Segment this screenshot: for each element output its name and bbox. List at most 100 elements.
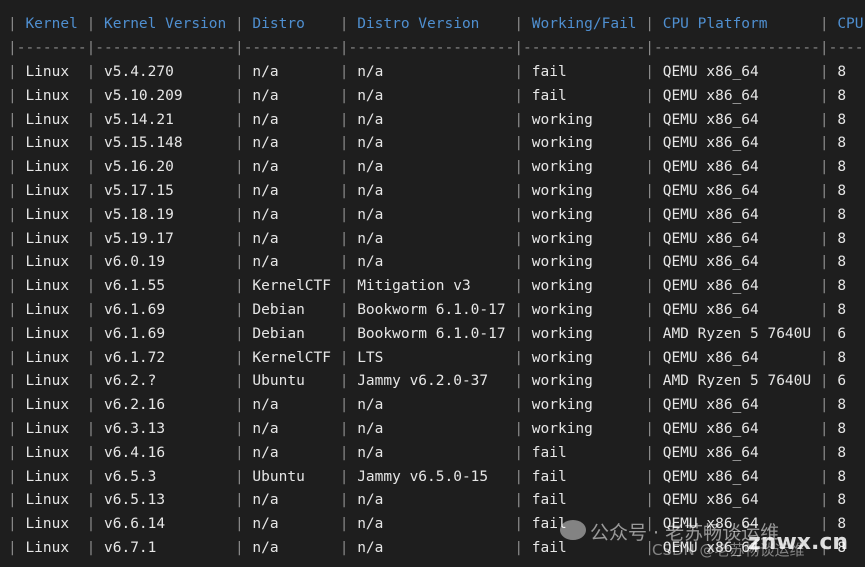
- column-separator: |: [234, 397, 244, 414]
- column-separator: |: [645, 183, 654, 199]
- cell-distro-version: n/a: [357, 421, 384, 437]
- column-separator: |: [514, 64, 524, 80]
- cell-distro-version: LTS: [357, 349, 384, 366]
- column-separator: |: [819, 111, 829, 128]
- column-separator: |: [8, 230, 17, 247]
- cell-cpu: 8: [837, 468, 847, 485]
- column-separator: |: [514, 111, 524, 128]
- cell-working-fail: working: [531, 397, 593, 414]
- column-separator: |: [8, 468, 17, 485]
- cell-distro-version: Bookworm 6.1.0-17: [357, 302, 506, 318]
- cell-working-fail: working: [531, 421, 593, 437]
- header-distro: Distro: [252, 16, 305, 32]
- cell-distro: n/a: [252, 421, 279, 437]
- column-separator: |: [645, 135, 654, 152]
- cell-distro-version: n/a: [357, 540, 384, 556]
- cell-distro: n/a: [252, 206, 279, 223]
- cell-kernel: Linux: [25, 540, 70, 556]
- column-separator: |: [234, 302, 244, 318]
- column-separator: |: [234, 87, 244, 104]
- cell-cpu: 8: [837, 302, 847, 318]
- column-separator: |: [86, 183, 96, 199]
- cell-kernel-version: v6.4.16: [104, 444, 166, 461]
- cell-cpu: 8: [837, 421, 847, 437]
- cell-kernel: Linux: [25, 254, 70, 271]
- cell-cpu: 8: [837, 111, 847, 128]
- column-separator: |: [339, 516, 349, 533]
- cell-working-fail: fail: [531, 468, 567, 485]
- cell-cpu: 6: [837, 325, 847, 342]
- cell-cpu: 8: [837, 444, 847, 461]
- table-row: | | | | | | | Linux v6.1.55 KernelCTF Mitigation v…: [8, 274, 865, 298]
- column-separator: |: [86, 135, 96, 152]
- column-separator: |: [234, 278, 244, 295]
- cell-working-fail: fail: [531, 87, 567, 104]
- column-separator: |: [514, 135, 524, 152]
- column-separator: |: [339, 444, 349, 461]
- cell-kernel-version: v6.7.1: [104, 540, 157, 556]
- column-separator: |: [819, 325, 829, 342]
- table-header: | | | | | | | Kernel Kernel Version Distro Distro …: [8, 12, 865, 36]
- cell-cpu: 8: [837, 206, 847, 223]
- cell-kernel-version: v6.1.55: [104, 278, 166, 295]
- column-separator: |: [514, 397, 524, 414]
- column-separator: |: [234, 540, 244, 556]
- column-separator: |: [645, 349, 654, 366]
- cell-distro-version: Jammy v6.5.0-15: [357, 468, 489, 485]
- column-separator: |: [339, 230, 349, 247]
- cell-working-fail: working: [531, 373, 593, 390]
- cell-cpu-platform: AMD Ryzen 5 7640U: [662, 373, 812, 390]
- column-separator: |: [8, 135, 17, 152]
- cell-kernel-version: v5.18.19: [104, 206, 174, 223]
- cell-working-fail: working: [531, 135, 593, 152]
- column-separator: |: [8, 516, 17, 533]
- column-separator: |: [514, 16, 524, 32]
- cell-cpu-platform: QEMU x86_64: [662, 159, 759, 176]
- cell-kernel: Linux: [25, 492, 70, 509]
- cell-cpu-platform: QEMU x86_64: [662, 135, 759, 152]
- cell-cpu: 8: [837, 397, 847, 414]
- cell-kernel-version: v5.15.148: [104, 135, 183, 152]
- column-separator: |: [514, 278, 524, 295]
- header-kernel-version: Kernel Version: [104, 16, 227, 32]
- column-separator: |: [514, 230, 524, 247]
- cell-distro-version: n/a: [357, 230, 384, 247]
- table-row: | | | | | | | Linux v5.4.270 n/a n/a fail QEMU x86_6…: [8, 60, 865, 84]
- column-separator: |: [514, 516, 524, 533]
- cell-distro-version: n/a: [357, 492, 384, 509]
- column-separator: |: [86, 159, 96, 176]
- column-separator: |: [339, 16, 349, 32]
- cell-cpu: 8: [837, 159, 847, 176]
- cell-kernel: Linux: [25, 87, 70, 104]
- cell-distro: Debian: [252, 325, 305, 342]
- cell-kernel-version: v6.1.72: [104, 349, 166, 366]
- column-separator: |: [86, 278, 96, 295]
- column-separator: |: [819, 135, 829, 152]
- cell-distro: n/a: [252, 183, 279, 199]
- cell-kernel-version: v5.16.20: [104, 159, 174, 176]
- cell-distro: n/a: [252, 492, 279, 509]
- cell-working-fail: working: [531, 111, 593, 128]
- cell-distro: KernelCTF: [252, 278, 331, 295]
- column-separator: |: [819, 468, 829, 485]
- column-separator: |: [86, 254, 96, 271]
- column-separator: |: [86, 349, 96, 366]
- cell-distro-version: n/a: [357, 87, 384, 104]
- cell-working-fail: working: [531, 302, 593, 318]
- table-row: | | | | | | | Linux v6.5.13 n/a n/a fail QEMU x86_64…: [8, 488, 865, 512]
- cell-distro-version: n/a: [357, 397, 384, 414]
- table-row: | | | | | | | Linux v5.10.209 n/a n/a fail QEMU x86_…: [8, 84, 865, 108]
- cell-distro: n/a: [252, 87, 279, 104]
- column-separator: |: [8, 373, 17, 390]
- column-separator: |: [645, 278, 654, 295]
- column-separator: |: [645, 373, 654, 390]
- cell-distro: n/a: [252, 516, 279, 533]
- column-separator: |: [234, 230, 244, 247]
- column-separator: |: [339, 135, 349, 152]
- cell-distro-version: n/a: [357, 444, 384, 461]
- column-separator: |: [339, 468, 349, 485]
- table-row: | | | | | | | Linux v5.16.20 n/a n/a working QEMU x8…: [8, 155, 865, 179]
- column-separator: |: [234, 468, 244, 485]
- cell-cpu: 8: [837, 230, 847, 247]
- column-separator: |: [8, 444, 17, 461]
